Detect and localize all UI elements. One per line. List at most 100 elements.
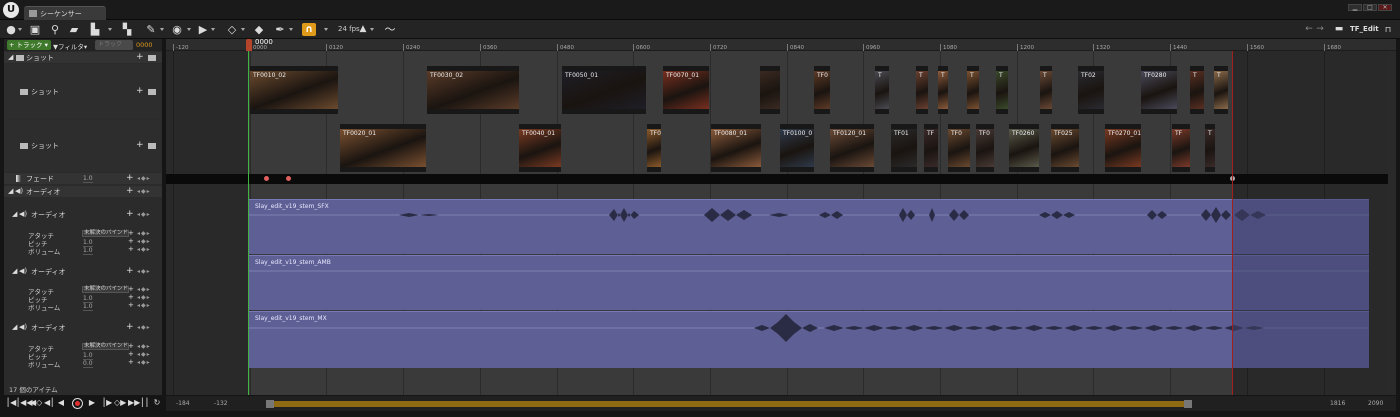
volume-value[interactable]: 1.0 [83, 247, 93, 255]
shot-clip[interactable]: T [938, 66, 948, 114]
keyframe-nav-icon[interactable]: ◂◆▸ [137, 268, 151, 275]
tools-icon[interactable]: ✎ [145, 23, 157, 36]
fade-value[interactable]: 1.0 [83, 175, 93, 183]
shot-clip[interactable]: TF0030_02 [427, 66, 519, 114]
filter-button[interactable]: ▼フィルタ▾ [53, 41, 87, 51]
attach-dropdown[interactable]: 未解決のバインド [82, 343, 130, 350]
vertical-scrollbar[interactable] [1388, 51, 1396, 395]
keyframe-nav-icon[interactable]: ◂◆▸ [137, 230, 151, 237]
jump-to-end-icon[interactable]: ⎮ [144, 397, 150, 409]
attach-dropdown[interactable]: 未解決のバインド [82, 230, 130, 237]
camera-cut-icon[interactable]: ▚ [120, 23, 134, 36]
shot-clip[interactable]: TF0270_01 [1105, 124, 1141, 172]
pitch-value[interactable]: 1.0 [83, 352, 93, 360]
chevron-down-icon[interactable] [160, 28, 164, 31]
add-shot-button[interactable]: + [136, 141, 144, 150]
play-reverse-icon[interactable]: ◀ [57, 397, 65, 409]
shot-clip[interactable]: TF0080_01 [711, 124, 761, 172]
range-slider-fill[interactable] [274, 401, 1184, 407]
keyframe-nav-icon[interactable]: ◂◆▸ [137, 238, 151, 245]
keyframe-nav-icon[interactable]: ◂◆▸ [137, 324, 151, 331]
shot-clip[interactable]: TF [924, 124, 938, 172]
add-audio-button[interactable]: + [126, 323, 134, 332]
keyframe-nav-icon[interactable]: ◂◆▸ [137, 343, 151, 350]
chevron-down-icon[interactable] [370, 28, 374, 31]
prev-key-icon[interactable]: ◀◇ [30, 397, 42, 409]
chevron-down-icon[interactable] [211, 28, 215, 31]
view-options-eye-icon[interactable]: ◉ [170, 23, 184, 36]
folder-icon[interactable]: ▬ [1334, 23, 1344, 36]
keyframe-nav-icon[interactable]: ◂◆▸ [137, 246, 151, 253]
step-frame-forward-icon[interactable]: ⎮▶ [102, 397, 112, 409]
current-time-readout[interactable]: 0000 [136, 41, 153, 49]
key-interpolation-icon[interactable]: ◇ [226, 23, 238, 36]
time-ruler[interactable] [166, 39, 1396, 51]
playhead-line[interactable] [248, 51, 249, 395]
range-out-end[interactable]: 2090 [1368, 400, 1383, 407]
keyframe-nav-icon[interactable]: ◂◆▸ [137, 359, 151, 366]
clapper-icon[interactable]: ▙ [88, 23, 102, 36]
shot-clip[interactable]: TF0 [976, 124, 994, 172]
shot-clip[interactable]: T [1190, 66, 1204, 114]
add-key-button[interactable]: + [128, 358, 134, 367]
minimize-button[interactable]: ▁ [1348, 4, 1362, 11]
chevron-down-icon[interactable] [241, 28, 245, 31]
shot-clip[interactable]: T [916, 66, 928, 114]
add-audio-button[interactable]: + [126, 187, 134, 196]
shot-clip[interactable]: TF0 [948, 124, 970, 172]
shot-clip[interactable]: T [1040, 66, 1052, 114]
expand-arrow-icon[interactable]: ◢ [12, 210, 17, 218]
sequence-name[interactable]: TF_Edit [1350, 25, 1379, 33]
shot-clip[interactable] [760, 66, 780, 114]
play-icon[interactable]: ▶ [88, 397, 96, 409]
playhead-handle[interactable] [246, 39, 252, 51]
track-search-input[interactable] [95, 40, 133, 50]
fade-keyframe[interactable] [264, 176, 269, 181]
add-key-button[interactable]: + [128, 301, 134, 310]
shot-clip[interactable]: TF0040_01 [519, 124, 561, 172]
playback-end-marker[interactable] [1232, 51, 1233, 395]
range-out-start[interactable]: -184 [176, 400, 190, 407]
curve-editor-icon[interactable]: 〜 [383, 23, 397, 36]
audio-section-mx[interactable]: Slay_edit_v19_stem_MX [249, 311, 1369, 368]
pitch-value[interactable]: 1.0 [83, 239, 93, 247]
chevron-down-icon[interactable] [18, 28, 22, 31]
chevron-down-icon[interactable] [108, 28, 112, 31]
camera-icon[interactable] [148, 55, 156, 61]
shot-clip[interactable]: TF0280 [1141, 66, 1177, 114]
shot-clip[interactable]: TF0020_01 [340, 124, 426, 172]
step-forward-icon[interactable]: ▶▶⎮ [128, 397, 144, 409]
fade-keyframe[interactable] [286, 176, 291, 181]
keyframe-nav-icon[interactable]: ◂◆▸ [137, 175, 151, 182]
add-shot-button[interactable]: + [136, 53, 144, 62]
shot-clip[interactable]: TF0260 [1009, 124, 1039, 172]
attach-dropdown[interactable]: 未解決のバインド [82, 286, 130, 293]
shot-clip[interactable]: TF0100_0 [780, 124, 814, 172]
shot-clip[interactable]: T [875, 66, 889, 114]
chevron-down-icon[interactable] [289, 28, 293, 31]
search-icon[interactable]: ⚲ [49, 23, 61, 36]
expand-arrow-icon[interactable]: ◢ [12, 323, 17, 331]
shot-clip[interactable]: T [1205, 124, 1215, 172]
add-audio-button[interactable]: + [126, 210, 134, 219]
chevron-down-icon[interactable] [187, 28, 191, 31]
shot-clip[interactable]: TF0 [814, 66, 830, 114]
add-key-button[interactable]: + [128, 245, 134, 254]
pen-icon[interactable]: ✒ [274, 23, 286, 36]
camera-icon[interactable] [148, 89, 156, 95]
shot-clip[interactable]: TF [1172, 124, 1190, 172]
render-movie-icon[interactable]: ▰ [67, 23, 81, 36]
keyframe-nav-icon[interactable]: ◂◆▸ [137, 294, 151, 301]
keyframe-nav-icon[interactable]: ◂◆▸ [137, 211, 151, 218]
shot-clip[interactable]: TF0070_01 [663, 66, 709, 114]
next-key-icon[interactable]: ◇▶ [114, 397, 126, 409]
world-icon[interactable]: ● [6, 23, 16, 36]
add-audio-button[interactable]: + [126, 267, 134, 276]
shot-clip[interactable]: TF0 [647, 124, 661, 172]
range-in-start[interactable]: -132 [214, 400, 228, 407]
expand-arrow-icon[interactable]: ◢ [8, 187, 13, 195]
keyframe-nav-icon[interactable]: ◂◆▸ [137, 351, 151, 358]
expand-arrow-icon[interactable]: ◢ [8, 53, 13, 61]
loop-icon[interactable]: ↻ [152, 397, 162, 409]
maximize-button[interactable]: □ [1363, 4, 1377, 11]
